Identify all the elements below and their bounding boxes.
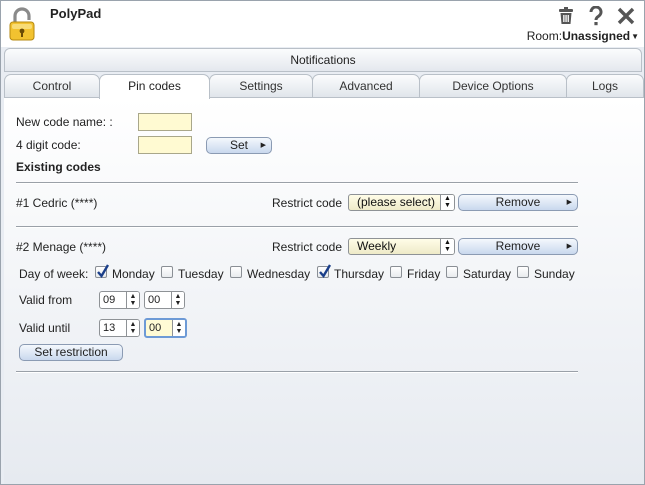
restrict-code-select[interactable]: Weekly ▲ ▼ — [348, 238, 455, 255]
restrict-code-label: Restrict code — [272, 240, 343, 254]
restrict-code-select[interactable]: (please select) ▲ ▼ — [348, 194, 455, 211]
remove-button-label: Remove — [495, 195, 541, 209]
spinner-icon: ▲ ▼ — [126, 292, 139, 308]
tab-label: Pin codes — [128, 79, 181, 93]
day-checkbox-monday[interactable] — [95, 264, 110, 279]
remove-button[interactable]: Remove ▶ — [458, 238, 578, 255]
room-value: Unassigned — [562, 29, 631, 43]
day-label-tuesday: Tuesday — [178, 267, 224, 281]
tab-label: Settings — [239, 79, 283, 93]
new-code-name-label: New code name: : — [16, 115, 113, 129]
day-label-saturday: Saturday — [463, 267, 512, 281]
remove-button-label: Remove — [495, 239, 541, 253]
day-label-thursday: Thursday — [334, 267, 385, 281]
day-checkbox-friday[interactable] — [390, 266, 402, 278]
notifications-bar[interactable]: Notifications — [4, 48, 642, 72]
set-restriction-button[interactable]: Set restriction — [19, 344, 123, 361]
day-label-monday: Monday — [112, 267, 155, 281]
app-window: PolyPad Room:Unassigned▼ Notifications C… — [0, 0, 645, 485]
padlock-icon — [7, 7, 37, 43]
help-icon[interactable] — [586, 6, 606, 26]
spinner-icon: ▲ ▼ — [440, 239, 454, 254]
valid-until-minute-select[interactable]: 00 ▲ ▼ — [144, 318, 187, 338]
day-checkbox-wednesday[interactable] — [230, 266, 242, 278]
app-title: PolyPad — [50, 6, 102, 21]
valid-until-label: Valid until — [19, 321, 71, 335]
restrict-code-value: Weekly — [357, 239, 397, 253]
remove-button[interactable]: Remove ▶ — [458, 194, 578, 211]
valid-from-label: Valid from — [19, 293, 73, 307]
restrict-code-label: Restrict code — [272, 196, 343, 210]
day-checkbox-thursday[interactable] — [317, 264, 332, 279]
day-of-week-label: Day of week: — [19, 267, 89, 281]
tab-settings[interactable]: Settings — [209, 74, 313, 98]
valid-until-hour-select[interactable]: 13 ▲ ▼ — [99, 319, 140, 337]
day-checkbox-saturday[interactable] — [446, 266, 458, 278]
chevron-down-icon: ▼ — [631, 32, 639, 41]
code-name: #1 Cedric (****) — [16, 196, 98, 210]
day-label-wednesday: Wednesday — [247, 267, 311, 281]
existing-codes-heading: Existing codes — [16, 160, 101, 174]
notifications-label: Notifications — [290, 53, 356, 67]
restrict-code-value: (please select) — [357, 195, 436, 209]
valid-until-minute-value: 00 — [149, 322, 162, 334]
chevron-right-icon: ▶ — [260, 142, 266, 149]
day-checkbox-sunday[interactable] — [517, 266, 529, 278]
spinner-icon: ▲ ▼ — [440, 195, 454, 210]
set-button-label: Set — [229, 138, 248, 152]
code-name: #2 Menage (****) — [16, 240, 107, 254]
valid-from-minute-value: 00 — [148, 294, 161, 306]
tab-bar: Control Pin codes Settings Advanced Devi… — [4, 74, 644, 99]
header: PolyPad Room:Unassigned▼ — [1, 1, 644, 47]
day-label-sunday: Sunday — [534, 267, 575, 281]
spinner-icon: ▲ ▼ — [171, 292, 184, 308]
tab-label: Device Options — [452, 79, 534, 93]
tab-device-options[interactable]: Device Options — [419, 74, 567, 98]
digit-code-label: 4 digit code: — [16, 138, 81, 152]
valid-from-hour-value: 09 — [103, 294, 116, 306]
pin-codes-panel: New code name: : 4 digit code: Set ▶ Exis… — [4, 98, 644, 484]
day-label-friday: Friday — [407, 267, 441, 281]
tab-advanced[interactable]: Advanced — [312, 74, 420, 98]
tab-pin-codes[interactable]: Pin codes — [99, 74, 210, 99]
tab-label: Control — [32, 79, 72, 93]
divider — [16, 371, 578, 373]
new-code-name-input[interactable] — [138, 113, 192, 131]
spinner-icon: ▲ ▼ — [126, 320, 139, 336]
valid-until-hour-value: 13 — [103, 322, 116, 334]
tab-label: Logs — [591, 79, 619, 93]
set-restriction-label: Set restriction — [34, 345, 108, 359]
digit-code-input[interactable] — [138, 136, 192, 154]
tab-logs[interactable]: Logs — [566, 74, 644, 98]
valid-from-minute-select[interactable]: 00 ▲ ▼ — [144, 291, 185, 309]
tab-label: Advanced — [339, 79, 393, 93]
chevron-right-icon: ▶ — [566, 199, 572, 206]
day-checkbox-tuesday[interactable] — [161, 266, 173, 278]
divider — [16, 226, 578, 228]
valid-from-hour-select[interactable]: 09 ▲ ▼ — [99, 291, 140, 309]
spinner-icon: ▲ ▼ — [172, 320, 185, 336]
room-label: Room: — [526, 29, 563, 43]
trash-icon[interactable] — [556, 6, 576, 26]
room-selector[interactable]: Room:Unassigned▼ — [527, 29, 639, 43]
set-button[interactable]: Set ▶ — [206, 137, 272, 154]
tab-control[interactable]: Control — [4, 74, 100, 98]
divider — [16, 182, 578, 184]
chevron-right-icon: ▶ — [566, 243, 572, 250]
close-icon[interactable] — [616, 6, 636, 26]
